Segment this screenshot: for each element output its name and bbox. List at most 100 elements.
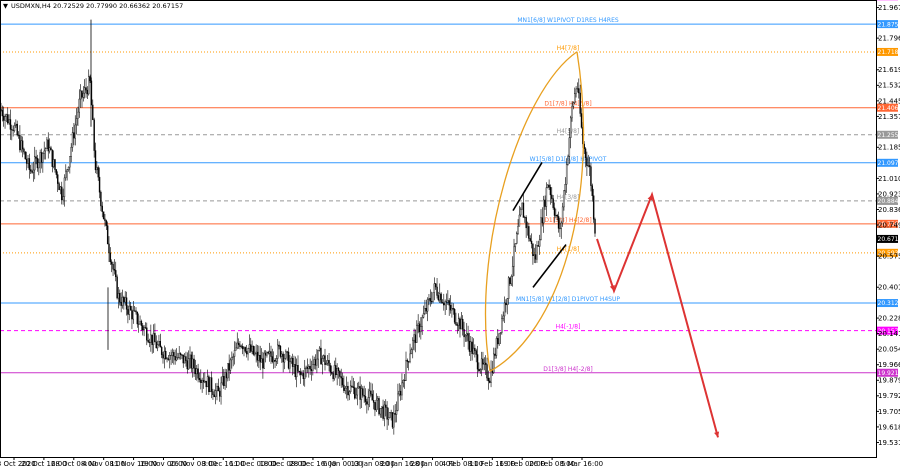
candle-body [484, 362, 487, 365]
candle-body [472, 347, 475, 354]
candle-body [154, 333, 156, 343]
candle-body [579, 92, 581, 114]
candle-body [538, 239, 541, 247]
candle-body [191, 358, 194, 369]
candle-body [221, 376, 224, 384]
candle-body [290, 357, 292, 363]
candle-body [362, 388, 364, 396]
candle-body [116, 276, 118, 299]
candle-body [520, 208, 522, 216]
level-price-tag-text: 21.25500 [878, 132, 900, 139]
y-tick-label: 20.92370 [878, 190, 900, 198]
candle-body [544, 199, 546, 207]
level-label: H4[5/8] [557, 128, 580, 135]
candle-body [52, 159, 55, 167]
candle-body [464, 334, 467, 338]
candle-body [462, 318, 464, 330]
candle-body [499, 332, 502, 334]
candle-body [25, 158, 28, 164]
candle-body [390, 412, 392, 414]
candle-body [522, 202, 525, 218]
candle-body [117, 293, 120, 299]
candle-body [375, 399, 377, 411]
candle-body [594, 219, 596, 234]
candle-body [302, 373, 305, 380]
candle-body [506, 298, 508, 306]
candle-body [140, 321, 143, 326]
candle-body [509, 277, 511, 284]
candle-body [318, 347, 321, 351]
candle-body [349, 385, 352, 392]
candle-body [28, 158, 31, 170]
candle-body [574, 93, 576, 103]
candle-body [142, 325, 144, 331]
candle-body [498, 333, 500, 345]
candle-body [244, 347, 247, 352]
candle-body [223, 376, 225, 386]
candle-body [514, 243, 517, 248]
candle-body [321, 358, 323, 365]
candle-body [216, 385, 218, 391]
candle-body [148, 341, 151, 343]
candle-body [136, 311, 139, 325]
candle-body [183, 356, 186, 364]
candle-body [105, 220, 108, 226]
candle-body [456, 324, 458, 326]
candle-body [166, 358, 168, 360]
candle-body [432, 292, 434, 302]
candle-body [370, 390, 372, 395]
candle-body [489, 380, 491, 383]
candle-body [584, 148, 587, 159]
candle-body [567, 156, 569, 165]
candle-body [295, 365, 298, 378]
candle-body [67, 166, 70, 170]
candle-body [212, 391, 214, 396]
candle-body [344, 387, 346, 391]
candle-body [17, 134, 20, 136]
candle-body [281, 353, 283, 357]
candle-body [210, 377, 213, 392]
price-chart[interactable]: H4[+1/8]22.03127MN1[6/8] W1PIVOT D1RES H… [0, 0, 900, 468]
candle-body [125, 297, 128, 310]
candle-body [397, 393, 399, 411]
candle-body [264, 352, 267, 356]
candle-body [74, 124, 76, 139]
y-tick-label: 21.96760 [878, 4, 900, 12]
candle-body [587, 165, 589, 167]
level-price-tag-text: 21.40658 [878, 105, 900, 112]
candle-body [108, 243, 110, 254]
candle-body [255, 351, 257, 354]
candle-body [61, 186, 63, 201]
candle-body [576, 88, 579, 90]
candle-body [259, 355, 261, 363]
candle-body [314, 359, 317, 366]
candle-body [147, 340, 149, 343]
level-label: H4[3/8] [557, 194, 580, 201]
collapse-arrow-icon[interactable]: ▼ [3, 2, 8, 10]
candle-body [100, 192, 102, 207]
candle-body [162, 354, 164, 359]
candle-body [457, 318, 460, 326]
candle-body [59, 186, 62, 191]
level-label: D1[7/8] H4[6/8] [544, 101, 591, 108]
candle-body [467, 333, 469, 342]
candle-body [487, 377, 490, 382]
candle-body [355, 394, 357, 399]
candle-body [201, 380, 203, 383]
candle-body [106, 225, 109, 245]
candle-body [386, 407, 388, 420]
candle-body [13, 125, 16, 131]
candle-body [460, 318, 463, 330]
candle-body [268, 351, 271, 354]
candle-body [482, 358, 484, 365]
candle-body [160, 346, 163, 355]
candle-body [494, 353, 496, 356]
candle-body [73, 132, 75, 139]
candle-body [258, 355, 260, 361]
candle-body [8, 119, 10, 124]
candle-body [501, 318, 503, 333]
candle-body [354, 387, 356, 399]
candle-body [391, 412, 394, 428]
candle-body [32, 169, 35, 173]
candle-body [590, 166, 592, 186]
